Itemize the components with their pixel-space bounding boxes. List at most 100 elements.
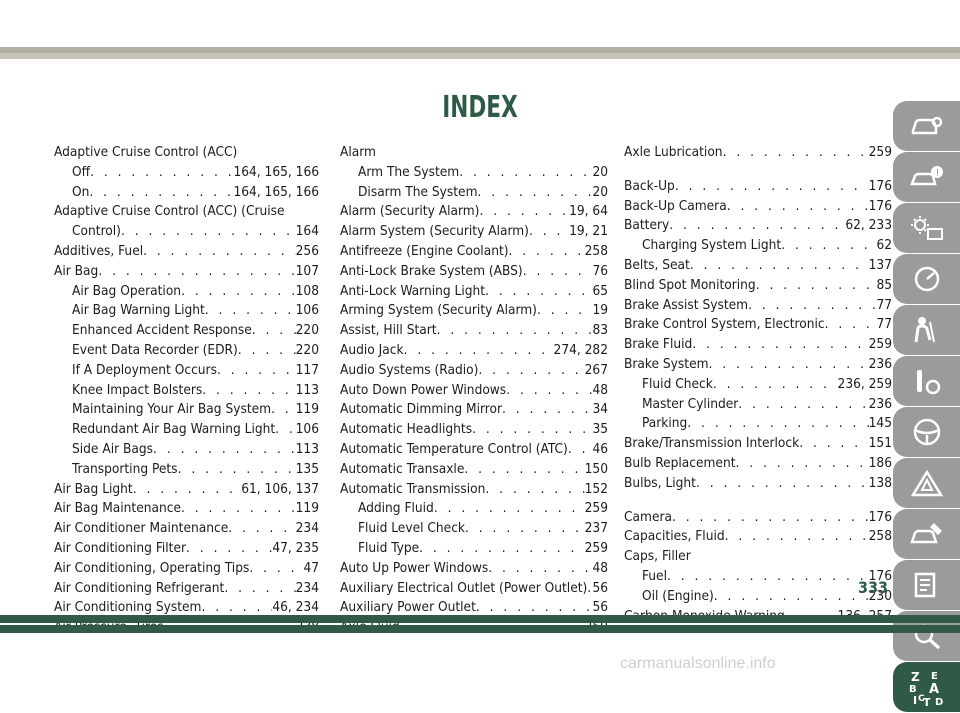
entry-page-ref[interactable]: 34: [592, 400, 608, 420]
entry-page-ref[interactable]: 62, 233: [845, 216, 892, 236]
dot-leader: [537, 301, 592, 321]
entry-page-ref[interactable]: 46: [592, 440, 608, 460]
entry-page-ref[interactable]: 20: [592, 183, 608, 203]
entry-page-ref[interactable]: 62: [876, 236, 892, 256]
index-subentry: Enhanced Accident Response 220: [54, 321, 319, 341]
page-number: 333: [858, 578, 889, 597]
entry-term: Control): [72, 223, 121, 240]
entry-page-ref[interactable]: 113: [296, 381, 319, 401]
entry-page-ref[interactable]: 150: [585, 460, 608, 480]
entry-page-ref[interactable]: 259: [585, 539, 608, 559]
index-entry: Automatic Headlights 35: [340, 420, 608, 440]
entry-page-ref[interactable]: 151: [869, 434, 892, 454]
dot-leader: [224, 579, 295, 599]
entry-page-ref[interactable]: 137: [869, 256, 892, 276]
entry-page-ref[interactable]: 234: [296, 579, 319, 599]
tab-servicing[interactable]: [893, 509, 960, 559]
page-title: INDEX: [442, 90, 518, 125]
gauge-icon: [914, 266, 939, 292]
entry-page-ref[interactable]: 48: [592, 559, 608, 579]
entry-page-ref[interactable]: 176: [869, 508, 892, 528]
dot-leader: [725, 527, 869, 547]
entry-page-ref[interactable]: 19, 64: [569, 202, 608, 222]
entry-page-ref[interactable]: 234: [296, 519, 319, 539]
entry-page-ref[interactable]: 220: [296, 321, 319, 341]
entry-page-ref[interactable]: 85: [876, 276, 892, 296]
entry-page-ref[interactable]: 119: [296, 499, 319, 519]
entry-page-ref[interactable]: 274, 282: [554, 341, 608, 361]
index-entry: Blind Spot Monitoring 85: [624, 276, 892, 296]
entry-page-ref[interactable]: 176: [869, 197, 892, 217]
entry-page-ref[interactable]: 267: [585, 361, 608, 381]
entry-page-ref[interactable]: 138: [869, 474, 892, 494]
entry-page-ref[interactable]: 106: [296, 301, 319, 321]
entry-page-ref[interactable]: 83: [592, 321, 608, 341]
entry-page-ref[interactable]: 19: [592, 301, 608, 321]
entry-page-ref[interactable]: 65: [592, 282, 608, 302]
entry-page-ref[interactable]: 76: [592, 262, 608, 282]
entry-page-ref[interactable]: 259: [585, 499, 608, 519]
tab-safety[interactable]: [893, 254, 960, 304]
entry-page-ref[interactable]: 107: [296, 262, 319, 282]
tab-technical-specifications[interactable]: [893, 560, 960, 610]
entry-page-ref[interactable]: 47: [303, 559, 319, 579]
entry-page-ref[interactable]: 236: [869, 355, 892, 375]
car-info-icon: !: [909, 166, 943, 186]
entry-page-ref[interactable]: 152: [585, 480, 608, 500]
dot-leader: [186, 539, 272, 559]
entry-page-ref[interactable]: 106: [296, 420, 319, 440]
tab-getting-to-know[interactable]: [893, 101, 960, 151]
tab-starting-operating[interactable]: [893, 356, 960, 406]
entry-page-ref[interactable]: 119: [296, 400, 319, 420]
tab-multimedia[interactable]: [893, 407, 960, 457]
entry-term: Brake/Transmission Interlock: [624, 435, 800, 452]
tab-getting-to-know-instrument[interactable]: !: [893, 152, 960, 202]
entry-page-ref[interactable]: 77: [876, 315, 892, 335]
tab-seat-belts[interactable]: [893, 305, 960, 355]
entry-page-ref[interactable]: 135: [296, 460, 319, 480]
entry-page-ref[interactable]: 48: [592, 381, 608, 401]
entry-page-ref[interactable]: 164, 165, 166: [233, 163, 319, 183]
entry-page-ref[interactable]: 113: [296, 440, 319, 460]
entry-page-ref[interactable]: 258: [585, 242, 608, 262]
dot-leader: [529, 222, 569, 242]
svg-text:T: T: [923, 696, 931, 707]
entry-page-ref[interactable]: 145: [869, 414, 892, 434]
entry-page-ref[interactable]: 259: [869, 335, 892, 355]
entry-page-ref[interactable]: 259: [869, 143, 892, 163]
entry-page-ref[interactable]: 19, 21: [569, 222, 608, 242]
entry-page-ref[interactable]: 20: [592, 163, 608, 183]
dot-leader: [121, 222, 296, 242]
entry-term: If A Deployment Occurs: [72, 361, 217, 378]
tab-warning-lights[interactable]: [893, 203, 960, 253]
entry-page-ref[interactable]: 237: [585, 519, 608, 539]
entry-page-ref[interactable]: 186: [869, 454, 892, 474]
index-subentry: Air Bag Warning Light 106: [54, 301, 319, 321]
dot-leader: [506, 381, 592, 401]
index-column-1: Adaptive Cruise Control (ACC) Off 164, 165…: [54, 143, 319, 638]
entry-page-ref[interactable]: 236, 259: [838, 375, 892, 395]
entry-page-ref[interactable]: 35: [592, 420, 608, 440]
entry-page-ref[interactable]: 108: [296, 282, 319, 302]
entry-page-ref[interactable]: 56: [592, 579, 608, 599]
entry-page-ref[interactable]: 236: [869, 395, 892, 415]
entry-page-ref[interactable]: 164, 165, 166: [233, 183, 319, 203]
dot-leader: [472, 420, 592, 440]
entry-page-ref[interactable]: 117: [296, 361, 319, 381]
tab-index[interactable]: Z E B A I C T D: [893, 662, 960, 712]
entry-page-ref[interactable]: 47, 235: [272, 539, 319, 559]
tab-in-case-of-emergency[interactable]: [893, 458, 960, 508]
entry-page-ref[interactable]: 77: [876, 296, 892, 316]
index-entry: Anti-Lock Warning Light 65: [340, 282, 608, 302]
entry-page-ref[interactable]: 176: [869, 177, 892, 197]
entry-page-ref[interactable]: 61, 106, 137: [241, 480, 319, 500]
dot-leader: [90, 163, 233, 183]
entry-page-ref[interactable]: 256: [296, 242, 319, 262]
entry-term: Automatic Transmission: [340, 480, 486, 497]
entry-page-ref[interactable]: 220: [296, 341, 319, 361]
index-entry: Auto Up Power Windows 48: [340, 559, 608, 579]
svg-text:Z: Z: [911, 670, 920, 684]
entry-page-ref[interactable]: 164: [296, 222, 319, 242]
entry-page-ref[interactable]: 258: [869, 527, 892, 547]
